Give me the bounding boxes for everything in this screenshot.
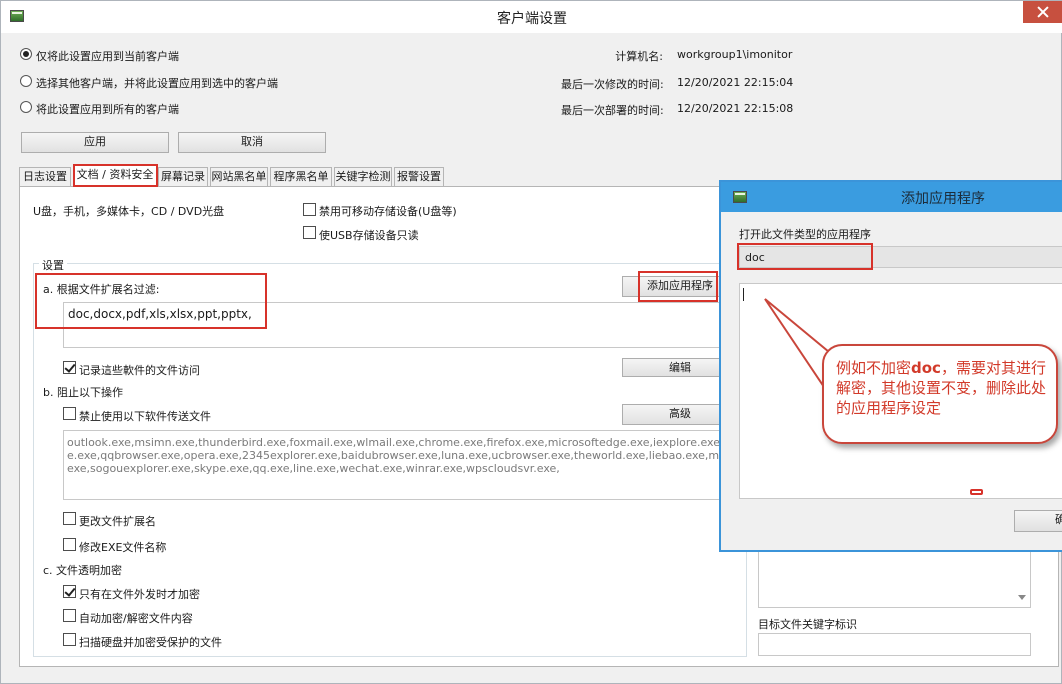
callout-pointer — [764, 298, 861, 389]
annotation-callout: 例如不加密doc，需要对其进行解密，其他设置不变，删除此处的应用程序设定 — [822, 344, 1058, 444]
callout-text: 例如不加密doc，需要对其进行解密，其他设置不变，删除此处的应用程序设定 — [836, 358, 1046, 418]
callout-text-bold: doc — [911, 359, 941, 377]
callout-text-before: 例如不加密 — [836, 359, 912, 377]
